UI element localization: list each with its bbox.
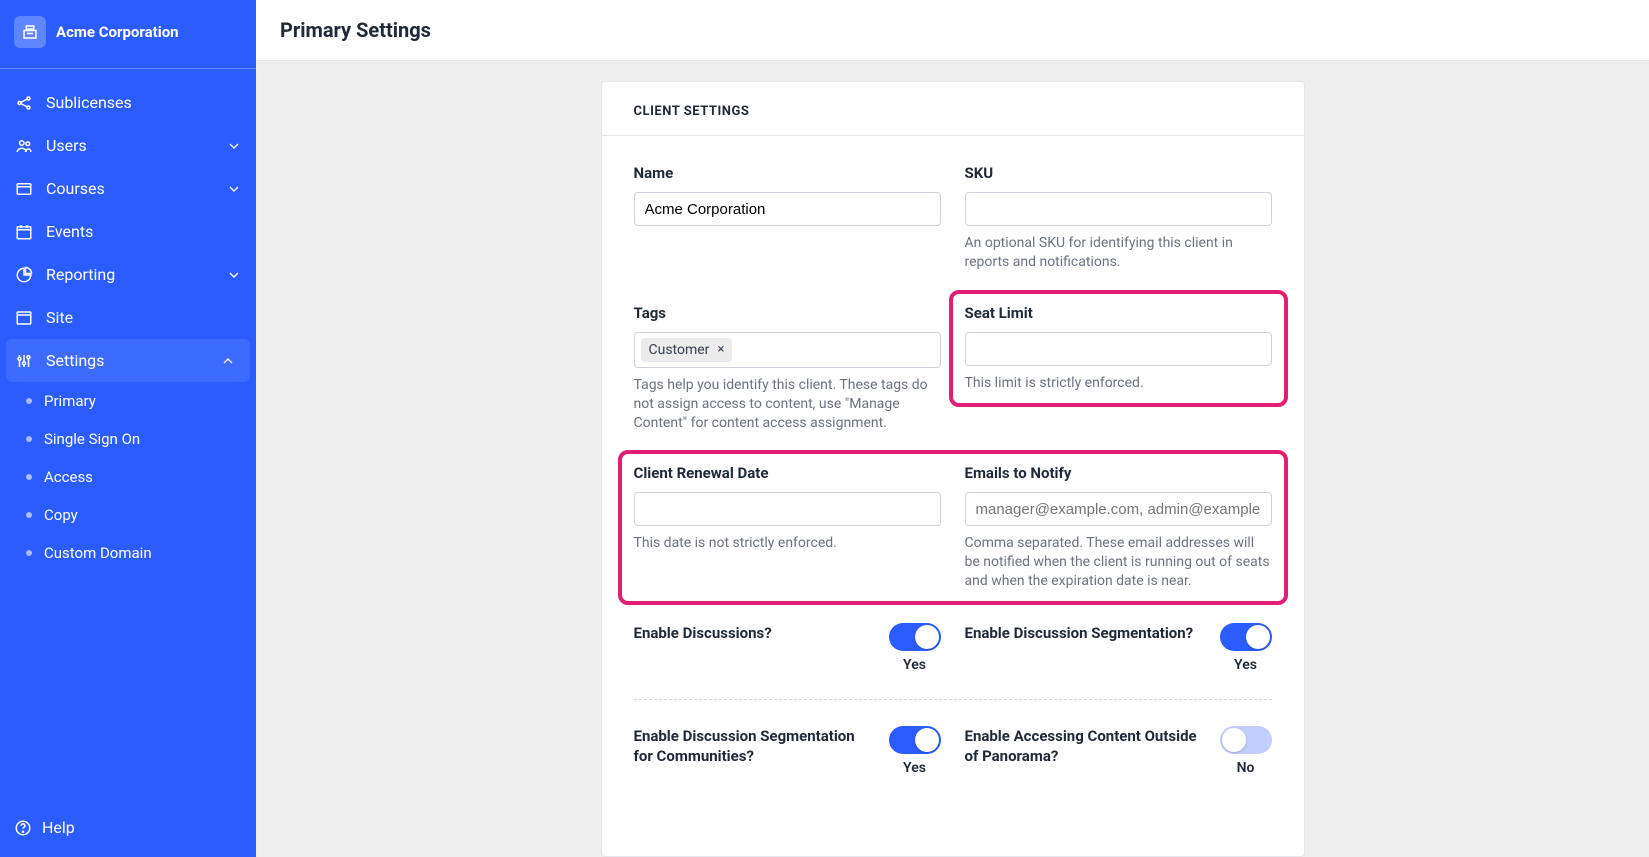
outside-panorama-state: No xyxy=(1237,760,1255,776)
pie-chart-icon xyxy=(14,266,34,284)
help-label: Help xyxy=(42,818,75,837)
sku-help: An optional SKU for identifying this cli… xyxy=(965,234,1272,272)
outside-panorama-toggle[interactable] xyxy=(1220,726,1272,754)
sidebar-subitem-label: Custom Domain xyxy=(44,544,152,562)
sidebar-subitem-sso[interactable]: Single Sign On xyxy=(0,420,256,458)
sidebar-item-users[interactable]: Users xyxy=(0,124,256,167)
sidebar-item-label: Users xyxy=(46,136,87,155)
share-nodes-icon xyxy=(14,94,34,112)
sku-input[interactable] xyxy=(965,192,1272,226)
brand-name: Acme Corporation xyxy=(56,23,179,41)
sidebar-item-site[interactable]: Site xyxy=(0,296,256,339)
toggle-outside-panorama: Enable Accessing Content Outside of Pano… xyxy=(965,726,1272,776)
chevron-down-icon xyxy=(226,181,242,197)
brand[interactable]: Acme Corporation xyxy=(0,0,256,64)
field-renewal-date: Client Renewal Date This date is not str… xyxy=(634,464,941,591)
sidebar: Acme Corporation Sublicenses Users Cours… xyxy=(0,0,256,857)
sku-label: SKU xyxy=(965,164,1272,182)
name-input[interactable] xyxy=(634,192,941,226)
sidebar-item-label: Sublicenses xyxy=(46,93,132,112)
sliders-icon xyxy=(14,352,34,370)
field-tags: Tags Customer × Tags help you identify t… xyxy=(634,304,941,433)
field-sku: SKU An optional SKU for identifying this… xyxy=(965,164,1272,272)
page-title: Primary Settings xyxy=(280,18,1625,42)
emails-help: Comma separated. These email addresses w… xyxy=(965,534,1272,591)
sidebar-subitem-label: Primary xyxy=(44,392,96,410)
settings-card: CLIENT SETTINGS Name SKU An optional SKU… xyxy=(601,81,1305,857)
toggle-discussion-seg-communities: Enable Discussion Segmentation for Commu… xyxy=(634,726,941,776)
tag-remove-icon[interactable]: × xyxy=(717,342,724,357)
content-area: CLIENT SETTINGS Name SKU An optional SKU… xyxy=(256,61,1649,857)
sidebar-subitem-label: Access xyxy=(44,468,93,486)
brand-logo-icon xyxy=(14,16,46,48)
sidebar-item-label: Courses xyxy=(46,179,105,198)
discussion-seg-toggle[interactable] xyxy=(1220,623,1272,651)
sidebar-subitem-label: Copy xyxy=(44,506,78,524)
renewal-label: Client Renewal Date xyxy=(634,464,941,482)
card-section-title: CLIENT SETTINGS xyxy=(602,82,1304,136)
discussion-seg-comm-state: Yes xyxy=(903,760,926,776)
sidebar-nav: Sublicenses Users Courses Events Reporti… xyxy=(0,75,256,800)
renewal-input[interactable] xyxy=(634,492,941,526)
sidebar-item-reporting[interactable]: Reporting xyxy=(0,253,256,296)
tags-help: Tags help you identify this client. Thes… xyxy=(634,376,941,433)
chevron-down-icon xyxy=(226,138,242,154)
name-label: Name xyxy=(634,164,941,182)
toggle-enable-discussions: Enable Discussions? Yes xyxy=(634,623,941,673)
tags-label: Tags xyxy=(634,304,941,322)
tag-label: Customer xyxy=(649,342,710,358)
sidebar-subitem-custom-domain[interactable]: Custom Domain xyxy=(0,534,256,572)
discussion-seg-label: Enable Discussion Segmentation? xyxy=(965,623,1204,643)
main: Primary Settings CLIENT SETTINGS Name SK… xyxy=(256,0,1649,857)
field-emails: Emails to Notify Comma separated. These … xyxy=(965,464,1272,591)
sidebar-item-label: Reporting xyxy=(46,265,115,284)
renewal-help: This date is not strictly enforced. xyxy=(634,534,941,553)
tags-input[interactable]: Customer × xyxy=(634,332,941,368)
sidebar-help[interactable]: Help xyxy=(0,800,256,857)
discussion-seg-comm-toggle[interactable] xyxy=(889,726,941,754)
sidebar-item-events[interactable]: Events xyxy=(0,210,256,253)
discussion-seg-comm-label: Enable Discussion Segmentation for Commu… xyxy=(634,726,873,767)
sidebar-item-sublicenses[interactable]: Sublicenses xyxy=(0,81,256,124)
sidebar-item-label: Events xyxy=(46,222,93,241)
toggle-discussion-segmentation: Enable Discussion Segmentation? Yes xyxy=(965,623,1272,673)
seat-limit-input[interactable] xyxy=(965,332,1272,366)
sidebar-subitem-label: Single Sign On xyxy=(44,430,140,448)
divider-dashed xyxy=(634,699,1272,700)
sidebar-subitem-primary[interactable]: Primary xyxy=(0,382,256,420)
emails-input[interactable] xyxy=(965,492,1272,526)
sidebar-item-label: Site xyxy=(46,308,73,327)
enable-discussions-state: Yes xyxy=(903,657,926,673)
sidebar-item-settings[interactable]: Settings xyxy=(6,339,250,382)
chevron-down-icon xyxy=(226,267,242,283)
enable-discussions-toggle[interactable] xyxy=(889,623,941,651)
emails-label: Emails to Notify xyxy=(965,464,1272,482)
users-icon xyxy=(14,137,34,155)
highlight-seat-limit: Seat Limit This limit is strictly enforc… xyxy=(953,294,1284,403)
chevron-up-icon xyxy=(220,353,236,369)
calendar-icon xyxy=(14,223,34,241)
sidebar-item-label: Settings xyxy=(46,351,104,370)
sidebar-item-courses[interactable]: Courses xyxy=(0,167,256,210)
topbar: Primary Settings xyxy=(256,0,1649,61)
sidebar-divider xyxy=(0,68,256,69)
discussion-seg-state: Yes xyxy=(1234,657,1257,673)
field-name: Name xyxy=(634,164,941,272)
highlight-renewal-emails: Client Renewal Date This date is not str… xyxy=(622,454,1284,601)
seat-limit-help: This limit is strictly enforced. xyxy=(965,374,1272,393)
tag-customer: Customer × xyxy=(641,338,733,362)
help-icon xyxy=(14,819,32,837)
sidebar-subitem-access[interactable]: Access xyxy=(0,458,256,496)
enable-discussions-label: Enable Discussions? xyxy=(634,623,873,643)
seat-limit-label: Seat Limit xyxy=(965,304,1272,322)
sidebar-subitem-copy[interactable]: Copy xyxy=(0,496,256,534)
outside-panorama-label: Enable Accessing Content Outside of Pano… xyxy=(965,726,1204,767)
window-icon xyxy=(14,309,34,327)
layers-icon xyxy=(14,180,34,198)
